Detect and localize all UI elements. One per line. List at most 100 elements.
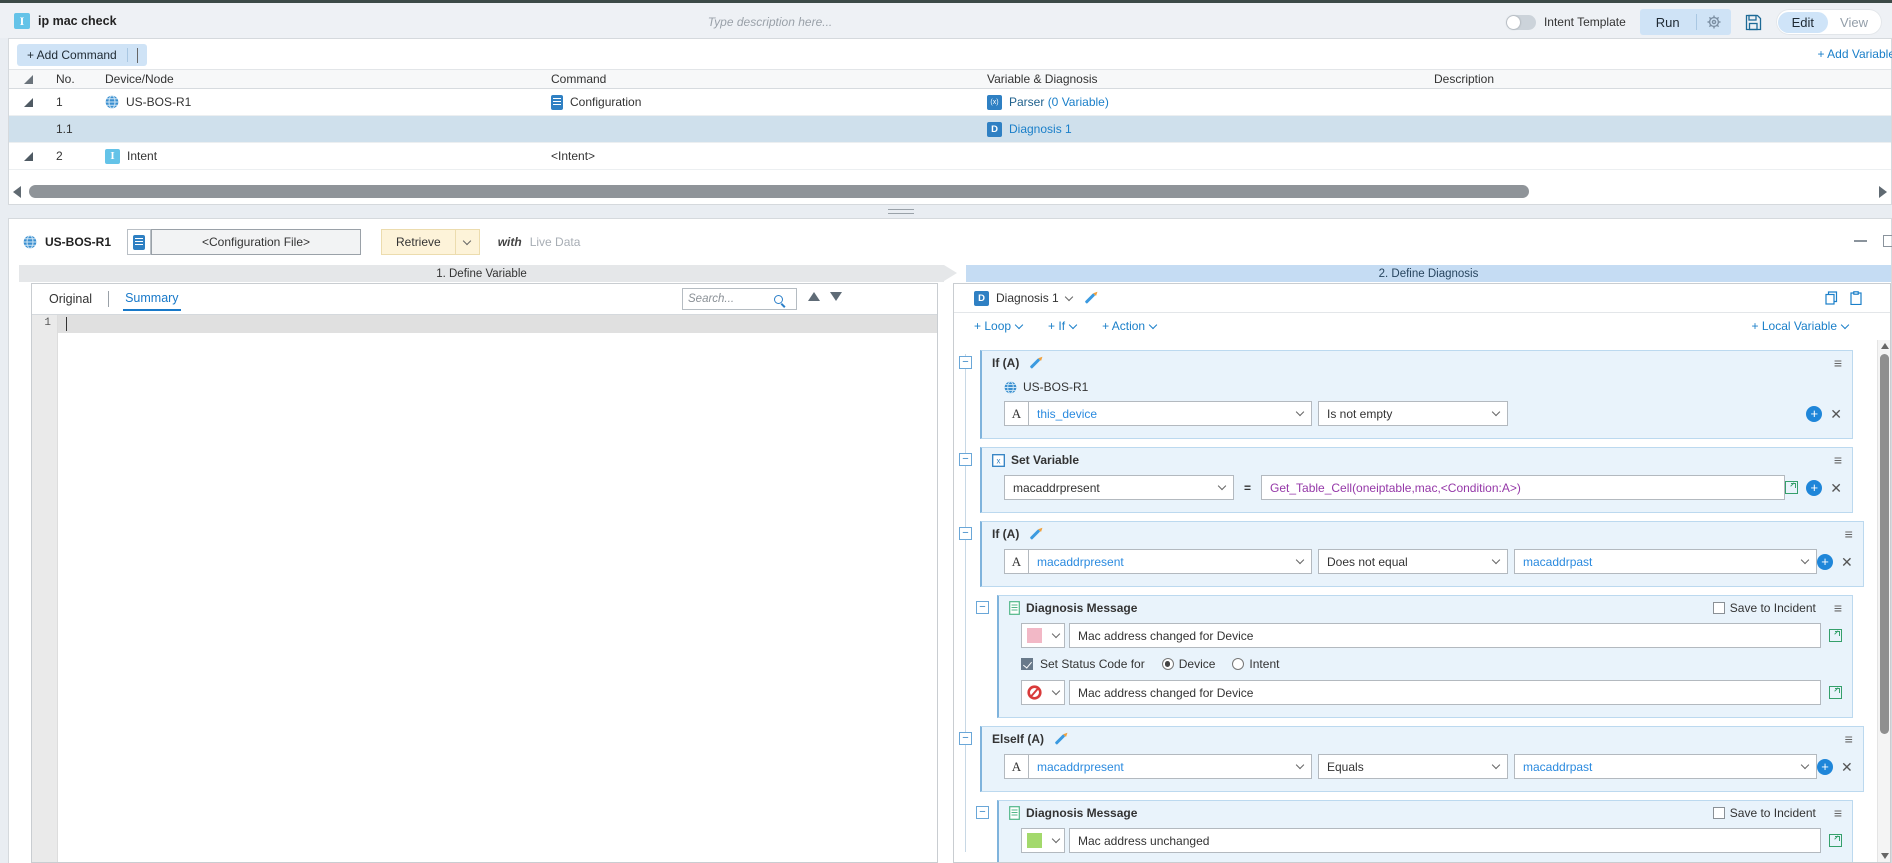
severity-color-select[interactable] xyxy=(1021,623,1065,648)
tab-summary[interactable]: Summary xyxy=(123,287,181,311)
table-row[interactable]: 1 US-BOS-R1 Configuration (x) Parser (0 … xyxy=(9,89,1891,116)
row-number: 2 xyxy=(56,149,63,163)
open-expression-editor-icon[interactable] xyxy=(1785,481,1799,494)
condition-operator-select[interactable]: Equals xyxy=(1318,754,1508,779)
add-command-button[interactable]: + Add Command xyxy=(17,44,147,66)
save-icon[interactable] xyxy=(1745,14,1762,31)
add-statement-button[interactable]: + xyxy=(1806,479,1823,496)
condition-variable-select[interactable]: macaddrpresent xyxy=(1028,549,1312,574)
add-if-button[interactable]: + If xyxy=(1048,319,1078,333)
save-to-incident-checkbox[interactable] xyxy=(1712,807,1725,819)
edit-icon[interactable] xyxy=(1084,292,1096,304)
retrieve-dropdown[interactable] xyxy=(455,229,480,255)
menu-icon[interactable]: ≡ xyxy=(1834,453,1842,467)
condition-operator-select[interactable]: Is not empty xyxy=(1318,401,1508,426)
add-loop-button[interactable]: + Loop xyxy=(974,319,1024,333)
condition-variable-select[interactable]: this_device xyxy=(1028,401,1312,426)
status-code-select[interactable] xyxy=(1021,680,1065,705)
scroll-left-button[interactable] xyxy=(9,185,25,198)
edit-icon[interactable] xyxy=(1030,528,1041,540)
search-input[interactable] xyxy=(688,293,774,305)
remove-condition-button[interactable]: ✕ xyxy=(1841,760,1853,774)
condition-operator-select[interactable]: Does not equal xyxy=(1318,549,1508,574)
view-mode-button[interactable]: View xyxy=(1828,12,1880,33)
find-next-button[interactable] xyxy=(830,292,842,301)
severity-color-select[interactable] xyxy=(1021,828,1065,853)
save-to-incident-label: Save to Incident xyxy=(1729,806,1816,820)
table-row-selected[interactable]: 1.1 D Diagnosis 1 xyxy=(9,116,1891,143)
gear-icon[interactable] xyxy=(1697,15,1731,29)
remove-statement-button[interactable]: ✕ xyxy=(1830,481,1842,495)
device-radio[interactable] xyxy=(1161,658,1174,670)
expand-toggle-icon[interactable] xyxy=(23,97,33,107)
collapse-all-icon[interactable] xyxy=(23,74,33,84)
run-button[interactable]: Run xyxy=(1640,15,1696,30)
add-condition-button[interactable]: + xyxy=(1817,758,1833,775)
minimize-icon[interactable] xyxy=(1854,240,1867,242)
add-condition-button[interactable]: + xyxy=(1806,405,1823,422)
edit-mode-button[interactable]: Edit xyxy=(1777,11,1829,33)
save-to-incident-checkbox[interactable] xyxy=(1712,602,1725,614)
scrollbar-thumb[interactable] xyxy=(1880,354,1889,734)
set-status-code-checkbox[interactable] xyxy=(1021,658,1033,670)
open-message-editor-icon[interactable] xyxy=(1829,834,1842,847)
collapse-icon[interactable]: − xyxy=(959,527,972,540)
description-input[interactable]: Type description here... xyxy=(560,15,980,29)
scroll-down-button[interactable] xyxy=(1881,853,1889,859)
menu-icon[interactable]: ≡ xyxy=(1845,527,1853,541)
splitter-handle[interactable] xyxy=(888,209,914,214)
expression-input[interactable] xyxy=(1261,475,1786,500)
open-message-editor-icon[interactable] xyxy=(1829,629,1842,642)
set-variable-name-select[interactable]: macaddrpresent xyxy=(1004,475,1234,500)
col-device: Device/Node xyxy=(105,72,174,86)
find-previous-button[interactable] xyxy=(808,292,820,301)
menu-icon[interactable]: ≡ xyxy=(1834,601,1842,615)
vertical-scrollbar[interactable] xyxy=(1877,340,1890,862)
horizontal-scrollbar[interactable] xyxy=(9,183,1891,200)
collapse-icon[interactable]: − xyxy=(959,453,972,466)
tab-original[interactable]: Original xyxy=(47,288,94,310)
paste-icon[interactable] xyxy=(1850,291,1862,305)
add-condition-button[interactable]: + xyxy=(1817,553,1833,570)
search-icon[interactable] xyxy=(774,294,783,304)
menu-icon[interactable]: ≡ xyxy=(1834,806,1842,820)
intent-radio[interactable] xyxy=(1232,658,1245,670)
code-editor[interactable]: 1 xyxy=(32,314,937,862)
remove-condition-button[interactable]: ✕ xyxy=(1830,407,1842,421)
collapse-icon[interactable]: − xyxy=(959,732,972,745)
collapse-icon[interactable]: − xyxy=(976,806,989,819)
scroll-right-button[interactable] xyxy=(1875,185,1891,198)
menu-icon[interactable]: ≡ xyxy=(1845,732,1853,746)
collapse-icon[interactable]: − xyxy=(959,356,972,369)
restore-icon[interactable] xyxy=(1883,235,1892,247)
condition-value-select[interactable]: macaddrpast xyxy=(1514,549,1817,574)
diagnosis-message-input[interactable] xyxy=(1069,623,1821,648)
retrieve-button[interactable]: Retrieve xyxy=(381,229,456,255)
condition-variable-select[interactable]: macaddrpresent xyxy=(1028,754,1312,779)
open-message-editor-icon[interactable] xyxy=(1829,686,1842,699)
parser-variable-count[interactable]: (0 Variable) xyxy=(1048,95,1109,109)
chevron-down-icon[interactable] xyxy=(128,48,147,63)
add-action-button[interactable]: + Action xyxy=(1102,319,1158,333)
condition-value-select[interactable]: macaddrpast xyxy=(1514,754,1817,779)
add-variable-link[interactable]: + Add Variable xyxy=(1817,47,1892,61)
menu-icon[interactable]: ≡ xyxy=(1834,356,1842,370)
expand-toggle-icon[interactable] xyxy=(23,151,33,161)
diagnosis-link[interactable]: Diagnosis 1 xyxy=(1009,122,1072,136)
configuration-file-select[interactable]: <Configuration File> xyxy=(151,229,362,255)
parser-link[interactable]: Parser xyxy=(1009,95,1044,109)
edit-icon[interactable] xyxy=(1054,733,1066,745)
add-local-variable-button[interactable]: + Local Variable xyxy=(1752,319,1850,333)
diagnosis-message-input[interactable] xyxy=(1069,828,1821,853)
edit-icon[interactable] xyxy=(1030,357,1041,369)
intent-template-toggle[interactable] xyxy=(1505,14,1536,30)
remove-condition-button[interactable]: ✕ xyxy=(1841,555,1853,569)
panel-splitter[interactable] xyxy=(0,205,1892,218)
copy-icon[interactable] xyxy=(1825,291,1838,305)
status-message-input[interactable] xyxy=(1069,680,1821,705)
table-row[interactable]: 2 I Intent <Intent> xyxy=(9,143,1891,170)
scrollbar-thumb[interactable] xyxy=(29,185,1529,198)
collapse-icon[interactable]: − xyxy=(976,601,989,614)
scroll-up-button[interactable] xyxy=(1881,343,1889,349)
chevron-down-icon[interactable] xyxy=(1064,292,1073,301)
